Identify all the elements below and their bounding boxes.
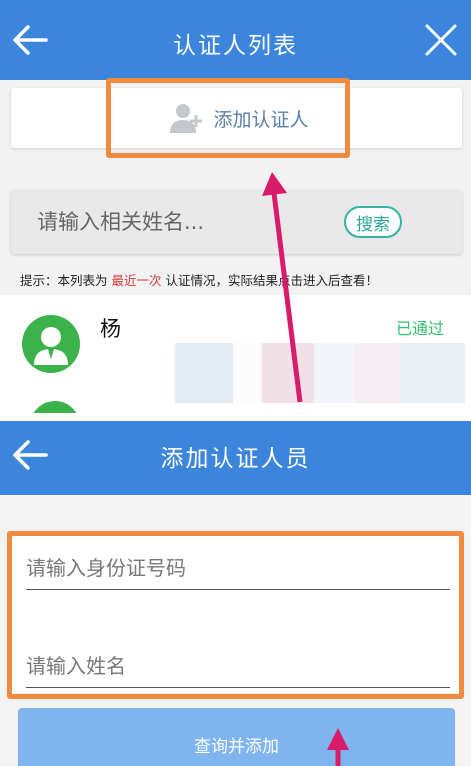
search-input[interactable] xyxy=(37,204,327,240)
tip-suffix: 认证情况，实际结果点击进入后查看！ xyxy=(161,273,378,288)
tip-prefix: 提示：本列表为 xyxy=(20,273,112,288)
tip-text: 提示：本列表为 最近一次 认证情况，实际结果点击进入后查看！ xyxy=(20,270,378,289)
close-icon[interactable] xyxy=(421,18,461,62)
list-screen: 认证人列表 添加认证人 搜索 提示：本列表为 最近一次 认证情况，实际结果点击进… xyxy=(0,0,471,413)
redacted-area xyxy=(175,343,465,403)
add-header: 添加认证人员 xyxy=(0,421,471,495)
list-header: 认证人列表 xyxy=(0,0,471,80)
page-title: 添加认证人员 xyxy=(160,446,311,472)
tip-highlight: 最近一次 xyxy=(111,273,162,288)
query-add-button[interactable]: 查询并添加 xyxy=(18,708,455,766)
search-bar: 搜索 xyxy=(11,190,462,254)
screen-divider xyxy=(0,413,471,421)
search-button[interactable]: 搜索 xyxy=(344,206,402,238)
add-screen: 添加认证人员 查询并添加 xyxy=(0,421,471,766)
avatar xyxy=(22,315,80,373)
page-title: 认证人列表 xyxy=(173,33,298,59)
highlight-box-add xyxy=(106,78,350,158)
status-badge: 已通过 xyxy=(395,319,444,338)
person-icon xyxy=(34,327,68,365)
person-name: 杨 xyxy=(100,317,121,341)
highlight-box-form xyxy=(7,531,464,699)
list-item[interactable]: 杨 已通过 xyxy=(0,295,471,413)
avatar xyxy=(30,401,80,413)
